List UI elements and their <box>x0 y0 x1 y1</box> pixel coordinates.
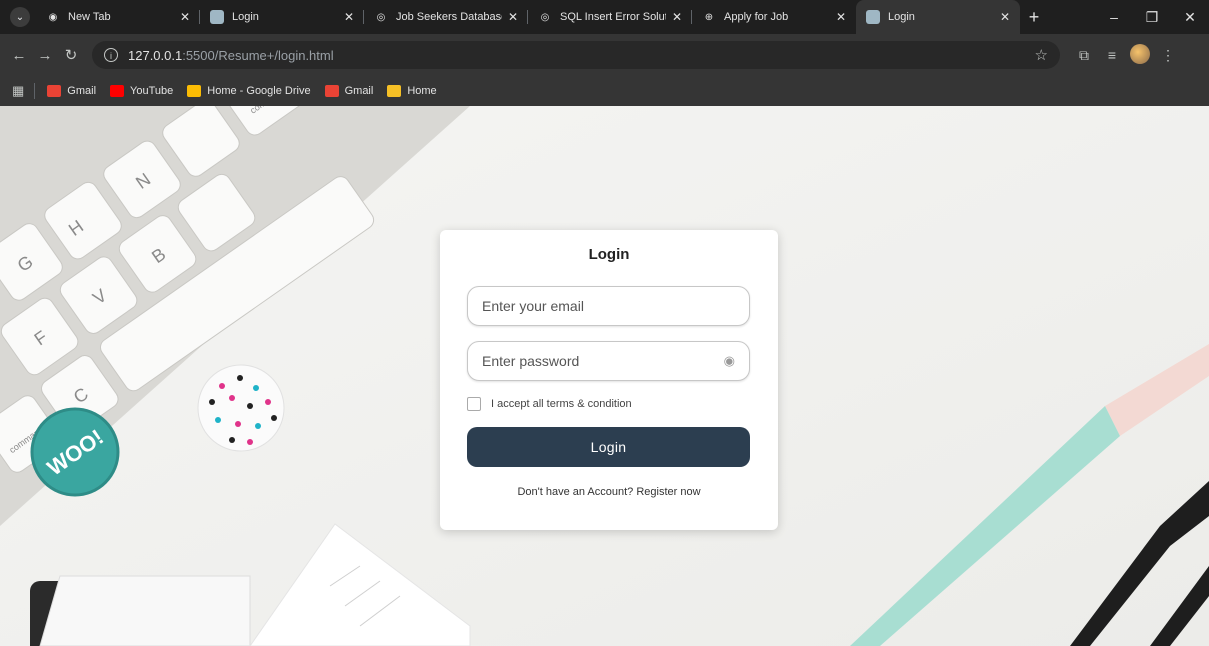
page-favicon-icon <box>866 10 880 24</box>
tab-title: Apply for Job <box>724 11 789 23</box>
tab-apply-job[interactable]: ⊕ Apply for Job ✕ <box>692 0 856 34</box>
bookmark-label: Home - Google Drive <box>207 85 311 97</box>
close-tab-icon[interactable]: ✕ <box>508 10 518 24</box>
youtube-icon <box>110 85 125 97</box>
email-input[interactable] <box>482 298 735 314</box>
gmail-icon <box>324 85 339 97</box>
tab-title: SQL Insert Error Solution <box>560 11 666 23</box>
close-window-icon[interactable]: ✕ <box>1171 0 1209 34</box>
avatar <box>1130 43 1150 64</box>
bookmark-star-icon[interactable]: ☆ <box>1035 46 1048 64</box>
site-info-icon[interactable]: i <box>104 48 118 62</box>
apps-grid-icon[interactable]: ▦ <box>12 83 24 99</box>
openai-icon: ◎ <box>376 11 386 23</box>
email-field[interactable] <box>467 286 750 326</box>
polka-dot-badge-image <box>197 364 285 452</box>
back-icon[interactable]: ← <box>6 47 32 64</box>
close-tab-icon[interactable]: ✕ <box>1000 10 1010 24</box>
bookmark-label: Gmail <box>67 85 97 97</box>
forward-icon[interactable]: → <box>32 47 58 64</box>
tab-title: Login <box>232 11 259 23</box>
bookmark-label: YouTube <box>130 85 174 97</box>
password-field[interactable]: ◉ <box>467 341 750 381</box>
terms-row[interactable]: I accept all terms & condition <box>467 397 632 411</box>
chrome-icon: ◉ <box>48 11 58 23</box>
bookmarks-bar: ▦ Gmail YouTube Home - Google Drive Gmai… <box>0 76 1209 107</box>
tab-title: Login <box>888 11 915 23</box>
bookmark-gmail[interactable]: Gmail <box>47 85 96 97</box>
terms-label: I accept all terms & condition <box>491 398 632 410</box>
restore-icon[interactable]: ❐ <box>1133 0 1171 34</box>
bookmark-google-drive[interactable]: Home - Google Drive <box>187 85 311 97</box>
home-bookmark-icon <box>387 85 402 97</box>
reading-list-icon[interactable]: ≡ <box>1098 47 1126 63</box>
url-path: :5500/Resume+/login.html <box>182 47 334 63</box>
bookmarks-divider <box>34 83 36 99</box>
browser-toolbar: ← → ↻ i 127.0.0.1:5500/Resume+/login.htm… <box>0 34 1209 76</box>
tab-login-active[interactable]: Login ✕ <box>856 0 1020 34</box>
close-tab-icon[interactable]: ✕ <box>836 10 846 24</box>
reload-icon[interactable]: ↻ <box>58 46 84 64</box>
woo-badge-image: WOO! <box>30 407 120 497</box>
page-favicon-icon <box>210 10 224 24</box>
gmail-icon <box>47 85 62 97</box>
google-drive-icon <box>187 85 202 97</box>
bookmark-gmail-2[interactable]: Gmail <box>324 85 374 97</box>
minimize-icon[interactable]: – <box>1095 0 1133 34</box>
bookmark-label: Home <box>407 85 437 97</box>
close-tab-icon[interactable]: ✕ <box>672 10 682 24</box>
new-tab-icon[interactable]: + <box>1020 0 1048 34</box>
close-tab-icon[interactable]: ✕ <box>180 10 190 24</box>
password-input[interactable] <box>482 353 724 369</box>
bookmark-label: Gmail <box>344 85 374 97</box>
extensions-icon[interactable]: ⧉ <box>1070 47 1098 64</box>
window-controls: – ❐ ✕ <box>1095 0 1209 34</box>
page-viewport: H G N F B V C command command WOO! <box>0 106 1209 646</box>
bookmark-youtube[interactable]: YouTube <box>110 85 173 97</box>
tab-new-tab[interactable]: ◉ New Tab ✕ <box>36 0 200 34</box>
tab-sql-error[interactable]: ◎ SQL Insert Error Solution ✕ <box>528 0 692 34</box>
terms-checkbox[interactable] <box>467 397 481 411</box>
globe-icon: ⊕ <box>704 11 714 23</box>
profile-avatar[interactable] <box>1126 43 1154 67</box>
menu-icon[interactable]: ⋮ <box>1154 47 1182 64</box>
close-tab-icon[interactable]: ✕ <box>344 10 354 24</box>
tab-title: Job Seekers Database Port <box>396 11 502 23</box>
tab-search-icon[interactable]: ⌄ <box>10 7 30 27</box>
register-link[interactable]: Don't have an Account? Register now <box>440 486 778 498</box>
tab-title: New Tab <box>68 11 111 23</box>
login-card: Login ◉ I accept all terms & condition L… <box>440 230 778 530</box>
tab-strip: ⌄ ◉ New Tab ✕ Login ✕ ◎ Job Seekers Data… <box>0 0 1209 34</box>
url-host: 127.0.0.1 <box>128 47 183 63</box>
login-button[interactable]: Login <box>467 427 750 467</box>
address-bar[interactable]: i 127.0.0.1:5500/Resume+/login.html ☆ <box>92 41 1060 69</box>
bookmark-home[interactable]: Home <box>387 85 437 97</box>
tab-job-seekers[interactable]: ◎ Job Seekers Database Port ✕ <box>364 0 528 34</box>
openai-icon: ◎ <box>540 11 550 23</box>
show-password-eye-icon[interactable]: ◉ <box>724 353 735 369</box>
login-title: Login <box>588 246 630 263</box>
tab-login[interactable]: Login ✕ <box>200 0 364 34</box>
